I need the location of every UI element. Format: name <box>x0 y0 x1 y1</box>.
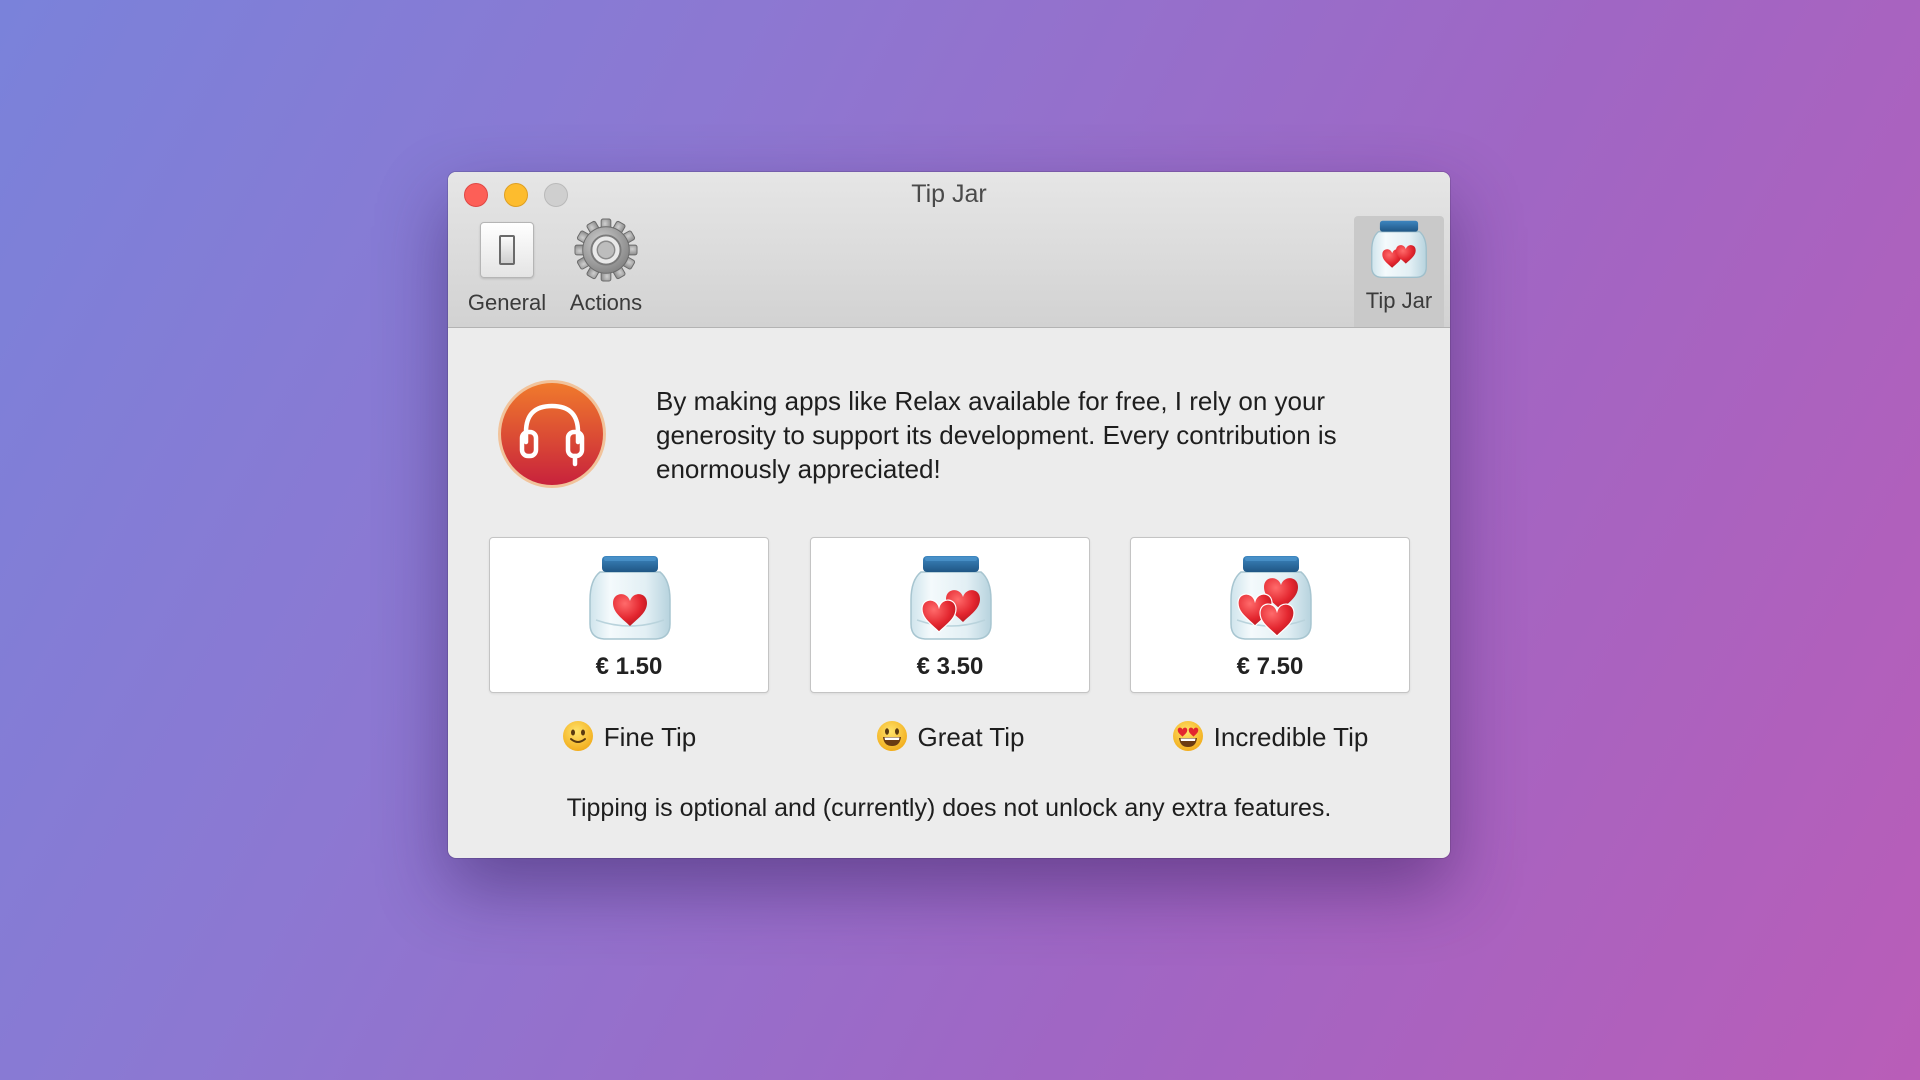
tip-button-great[interactable]: € 3.50 <box>810 537 1090 693</box>
tip-jar-window: Tip Jar General Actions Tip Jar By makin… <box>448 172 1450 858</box>
tip-label-text: Great Tip <box>917 722 1025 752</box>
headphones-icon <box>496 378 608 490</box>
tip-button-incredible[interactable]: € 7.50 <box>1130 537 1410 693</box>
footer-note: Tipping is optional and (currently) does… <box>566 794 1332 822</box>
slightly-smiling-face-icon <box>562 720 594 752</box>
tip-jar-one-heart-icon <box>586 550 674 642</box>
title-bar: Tip Jar General Actions Tip Jar <box>448 172 1450 328</box>
tip-jar-two-hearts-icon <box>907 550 995 642</box>
tip-price: € 3.50 <box>916 653 984 680</box>
toolbar-item-tip-jar[interactable]: Tip Jar <box>1354 216 1444 327</box>
grinning-face-icon <box>876 720 908 752</box>
toolbar-item-general[interactable]: General <box>456 218 558 324</box>
tip-label-incredible: Incredible Tip <box>1130 720 1410 753</box>
window-title: Tip Jar <box>911 180 987 208</box>
tip-label-text: Fine Tip <box>603 722 697 752</box>
tip-jar-three-hearts-icon <box>1227 550 1315 642</box>
tip-label-fine: Fine Tip <box>489 720 769 753</box>
toolbar-label-general: General <box>467 290 547 315</box>
intro-text: By making apps like Relax available for … <box>656 386 1337 484</box>
heart-eyes-face-icon <box>1172 720 1204 752</box>
toolbar-label-actions: Actions <box>569 290 643 315</box>
toolbar-label-tip-jar: Tip Jar <box>1365 288 1433 313</box>
tip-jar-pane: By making apps like Relax available for … <box>448 328 1450 858</box>
tip-label-text: Incredible Tip <box>1213 722 1369 752</box>
tip-label-great: Great Tip <box>810 720 1090 753</box>
tip-button-fine[interactable]: € 1.50 <box>489 537 769 693</box>
tip-price: € 7.50 <box>1236 653 1304 680</box>
tip-jar-icon <box>1367 216 1431 280</box>
toolbar-item-actions[interactable]: Actions <box>556 218 656 324</box>
switch-icon <box>475 218 539 282</box>
gear-icon <box>574 218 638 282</box>
tip-price: € 1.50 <box>595 653 663 680</box>
